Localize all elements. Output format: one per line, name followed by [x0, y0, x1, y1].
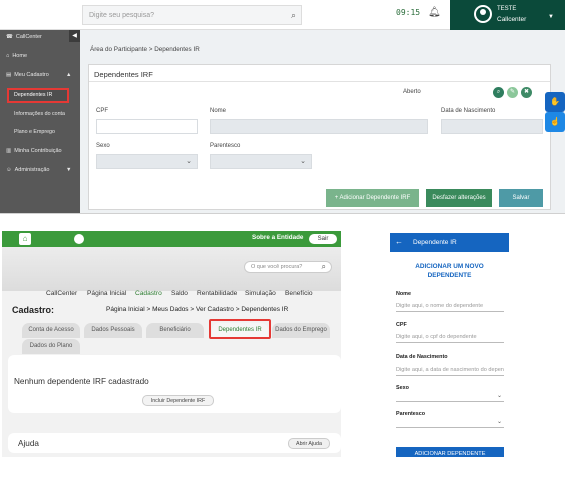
home-icon[interactable]: ⌂	[19, 233, 31, 245]
clock-icon	[74, 234, 84, 244]
open-help-button[interactable]: Abrir Ajuda	[288, 438, 330, 449]
parentesco-label: Parentesco	[210, 143, 241, 149]
nav-saldo[interactable]: Saldo	[171, 290, 188, 297]
chevron-down-icon: ⌄	[496, 393, 502, 399]
legacy-portal-screenshot: ⌂ Sobre a Entidade Sair O que você procu…	[2, 231, 341, 457]
tab-beneficiario[interactable]: Beneficiário	[146, 323, 204, 338]
bell-icon[interactable]: 🔔︎	[428, 7, 441, 18]
user-menu[interactable]: TESTE Callcenter ▼	[450, 0, 565, 30]
search-placeholder: O que você procura?	[251, 264, 303, 270]
empty-message: Nenhum dependente IRF cadastrado	[14, 377, 149, 386]
edit-icon[interactable]: ✎	[507, 87, 518, 98]
nascimento-field[interactable]: Digite aqui, a data de nascimento do dep…	[396, 367, 504, 376]
nascimento-label: Data de Nascimento	[396, 354, 448, 360]
parentesco-label: Parentesco	[396, 411, 426, 417]
undo-changes-button[interactable]: Desfazer alterações	[426, 189, 492, 207]
avatar	[474, 5, 492, 23]
search-icon[interactable]: ⌕	[322, 262, 326, 272]
sexo-label: Sexo	[96, 143, 110, 149]
users-icon: ☺	[6, 167, 12, 173]
sobre-entidade-link[interactable]: Sobre a Entidade	[252, 234, 303, 241]
user-name: TESTE	[497, 6, 517, 12]
tab-dados-emprego[interactable]: Dados do Emprego	[272, 323, 330, 338]
sexo-label: Sexo	[396, 385, 409, 391]
mobile-title: Dependente IR	[413, 239, 457, 246]
section-title: Cadastro:	[12, 305, 55, 315]
chevron-up-icon: ▲	[66, 72, 72, 78]
search-input[interactable]: O que você procura? ⌕	[244, 261, 332, 273]
tab-dados-plano[interactable]: Dados do Plano	[22, 339, 80, 354]
breadcrumb: Página Inicial > Meus Dados > Ver Cadast…	[106, 306, 289, 313]
sexo-select[interactable]: ⌄	[96, 154, 198, 169]
cpf-label: CPF	[96, 108, 108, 114]
search-icon[interactable]: ⌕	[291, 10, 296, 21]
sexo-select[interactable]: ⌄	[396, 393, 504, 402]
sidebar-item-plano-emprego[interactable]: Plano e Emprego	[0, 129, 80, 135]
back-arrow-icon[interactable]: ←	[395, 237, 403, 246]
add-dependent-button[interactable]: + Adicionar Dependente IRF	[326, 189, 419, 207]
nav-simulacao[interactable]: Simulação	[245, 290, 276, 297]
form-heading-line1: ADICIONAR UM NOVO	[415, 263, 484, 270]
tab-dados-pessoais[interactable]: Dados Pessoais	[84, 323, 142, 338]
sidebar-item-meu-cadastro[interactable]: ▤ Meu Cadastro ▲	[0, 72, 80, 78]
save-button[interactable]: Salvar	[499, 189, 543, 207]
sidebar: ◀ ☎ CallCenter ⌂ Home ▤ Meu Cadastro ▲ Depen…	[0, 30, 80, 213]
nav-pagina-inicial[interactable]: Página Inicial	[87, 290, 126, 297]
nome-label: Nome	[396, 291, 411, 297]
sidebar-item-administracao[interactable]: ☺ Administração ▼	[0, 167, 80, 173]
mobile-app-bar: ← Dependente IR	[390, 233, 509, 252]
nav-beneficio[interactable]: Benefício	[285, 290, 313, 297]
highlight-box	[209, 319, 271, 339]
sidebar-item-dependentes-ir[interactable]: Dependentes IR	[0, 92, 80, 98]
green-top-bar: ⌂ Sobre a Entidade Sair	[2, 231, 341, 247]
mobile-screenshot: ← Dependente IR ADICIONAR UM NOVO DEPEND…	[390, 233, 509, 457]
search-placeholder: Digite seu pesquisa?	[89, 12, 154, 19]
sidebar-item-informacoes-conta[interactable]: Informações do conta	[0, 111, 80, 117]
nav-callcenter[interactable]: CallCenter	[46, 290, 77, 297]
search-icon[interactable]: ⌕	[493, 87, 504, 98]
chevron-down-icon[interactable]: ▼	[548, 14, 554, 20]
include-dependent-button[interactable]: Incluir Dependente IRF	[142, 395, 214, 406]
logout-button[interactable]: Sair	[309, 234, 337, 244]
cpf-field[interactable]	[96, 119, 198, 134]
nav-rentabilidade[interactable]: Rentabilidade	[197, 290, 237, 297]
phone-icon: ☎	[6, 34, 13, 40]
parentesco-select[interactable]: ⌄	[396, 419, 504, 428]
chevron-down-icon: ⌄	[300, 158, 306, 165]
home-icon: ⌂	[6, 53, 10, 59]
help-title: Ajuda	[18, 439, 39, 448]
sidebar-item-home[interactable]: ⌂ Home	[0, 53, 80, 59]
session-timer: 09:15	[396, 8, 421, 17]
add-dependent-button[interactable]: ADICIONAR DEPENDENTE	[396, 447, 504, 457]
top-bar: Digite seu pesquisa? ⌕ 09:15 🔔︎ TESTE Ca…	[0, 0, 565, 30]
sign-language-icon[interactable]: ☝	[545, 112, 565, 132]
id-card-icon: ▤	[6, 72, 12, 78]
nascimento-label: Data de Nascimento	[441, 108, 496, 114]
nome-field[interactable]	[210, 119, 428, 134]
nome-field[interactable]: Digite aqui, o nome do dependente	[396, 303, 504, 312]
dependentes-card: Dependentes IRF Aberto ⌕ ✎ ✖ CPF Nome Da…	[88, 64, 551, 210]
nav-cadastro[interactable]: Cadastro	[135, 290, 162, 297]
status-label: Aberto	[403, 89, 421, 95]
card-title: Dependentes IRF	[89, 65, 550, 82]
desktop-portal-screenshot: Digite seu pesquisa? ⌕ 09:15 🔔︎ TESTE Ca…	[0, 0, 565, 214]
cpf-label: CPF	[396, 322, 407, 328]
tab-conta-acesso[interactable]: Conta de Acesso	[22, 323, 80, 338]
chevron-down-icon: ⌄	[496, 419, 502, 425]
user-role: Callcenter	[497, 16, 527, 23]
nome-label: Nome	[210, 108, 227, 114]
chevron-down-icon: ⌄	[186, 158, 192, 165]
sidebar-item-minha-contribuicao[interactable]: ▥ Minha Contribuição	[0, 148, 80, 154]
sidebar-item-callcenter[interactable]: ☎ CallCenter	[0, 34, 80, 40]
nascimento-field[interactable]	[441, 119, 543, 134]
trash-icon[interactable]: ✖	[521, 87, 532, 98]
search-input[interactable]: Digite seu pesquisa? ⌕	[82, 5, 302, 25]
breadcrumb: Área do Participante > Dependentes IR	[90, 46, 200, 53]
chevron-down-icon: ▼	[66, 167, 72, 173]
accessibility-icon[interactable]: ✋	[545, 92, 565, 112]
form-heading-line2: DEPENDENTE	[427, 272, 472, 279]
cpf-field[interactable]: Digite aqui, o cpf do dependente	[396, 334, 504, 343]
chart-icon: ▥	[6, 148, 12, 154]
parentesco-select[interactable]: ⌄	[210, 154, 312, 169]
